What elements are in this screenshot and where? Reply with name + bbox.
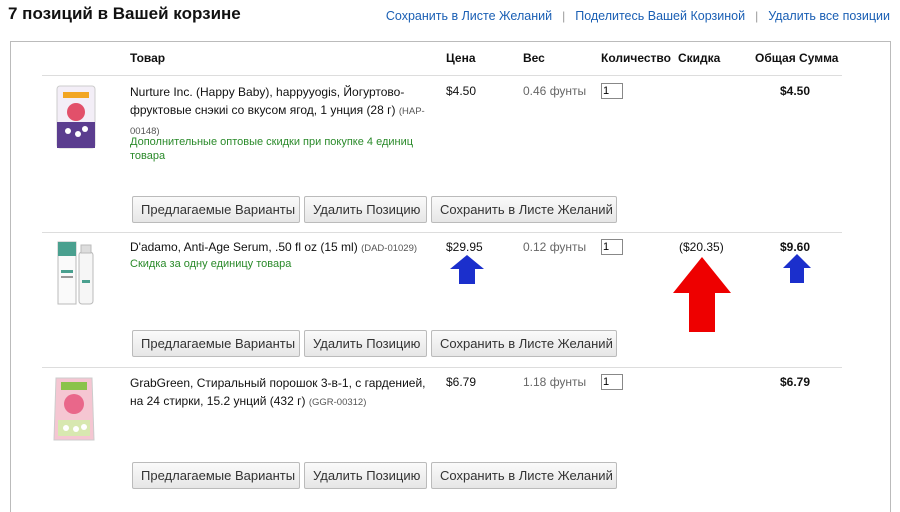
arrow-up-blue-price-icon <box>450 255 484 284</box>
header-divider <box>42 75 842 76</box>
column-header-discount: Скидка <box>678 51 721 65</box>
save-to-wishlist-link[interactable]: Сохранить в Листе Желаний <box>386 9 552 23</box>
unit-discount-note: Скидка за одну единицу товара <box>130 258 292 270</box>
product-name[interactable]: GrabGreen, Стиральный порошок 3-в-1, с г… <box>130 374 430 412</box>
item-discount: ($20.35) <box>679 240 724 254</box>
column-header-weight: Вес <box>523 51 545 65</box>
suggested-variants-button[interactable]: Предлагаемые Варианты <box>132 462 300 489</box>
arrow-up-red-discount-icon <box>673 257 731 332</box>
item-weight: 1.18 фунты <box>523 375 587 389</box>
item-total: $4.50 <box>780 84 811 98</box>
delete-all-link[interactable]: Удалить все позиции <box>768 9 890 23</box>
bulk-discount-note: Дополнительные оптовые скидки при покупк… <box>130 136 414 162</box>
cart-title: 7 позиций в Вашей корзине <box>8 4 241 23</box>
product-image-dadamo-serum[interactable] <box>55 240 97 311</box>
link-separator: | <box>755 9 759 23</box>
product-sku: (HAP- <box>398 106 425 117</box>
item-weight: 0.46 фунты <box>523 84 587 98</box>
save-to-wishlist-button[interactable]: Сохранить в Листе Желаний <box>431 196 617 223</box>
column-header-price: Цена <box>446 51 476 65</box>
item-weight: 0.12 фунты <box>523 240 587 254</box>
column-header-total: Общая Сумма <box>755 51 839 65</box>
column-header-product: Товар <box>130 51 166 65</box>
remove-item-button[interactable]: Удалить Позицию <box>304 462 427 489</box>
product-image-happy-baby[interactable] <box>55 84 97 155</box>
row-divider <box>42 232 842 233</box>
item-total: $9.60 <box>780 240 811 254</box>
row-divider <box>42 367 842 368</box>
arrow-up-blue-total-icon <box>783 254 811 283</box>
save-to-wishlist-button[interactable]: Сохранить в Листе Желаний <box>431 330 617 357</box>
quantity-input[interactable] <box>601 374 623 390</box>
item-total: $6.79 <box>780 375 811 389</box>
product-sku: (DAD-01029) <box>361 243 418 254</box>
top-links: Сохранить в Листе Желаний | Поделитесь В… <box>386 9 890 23</box>
product-name[interactable]: Nurture Inc. (Happy Baby), happyyogis, Й… <box>130 83 430 141</box>
product-sku: (GGR-00312) <box>308 397 367 408</box>
quantity-input[interactable] <box>601 239 623 255</box>
suggested-variants-button[interactable]: Предлагаемые Варианты <box>132 330 300 357</box>
share-cart-link[interactable]: Поделитесь Вашей Корзиной <box>575 9 745 23</box>
remove-item-button[interactable]: Удалить Позицию <box>304 330 427 357</box>
item-price: $6.79 <box>446 375 477 389</box>
remove-item-button[interactable]: Удалить Позицию <box>304 196 427 223</box>
item-price: $29.95 <box>446 240 483 254</box>
column-header-quantity: Количество <box>601 51 671 65</box>
product-image-grabgreen[interactable] <box>52 374 96 447</box>
link-separator: | <box>562 9 566 23</box>
product-name[interactable]: D'adamo, Anti-Age Serum, .50 fl oz (15 m… <box>130 238 430 258</box>
suggested-variants-button[interactable]: Предлагаемые Варианты <box>132 196 300 223</box>
save-to-wishlist-button[interactable]: Сохранить в Листе Желаний <box>431 462 617 489</box>
item-price: $4.50 <box>446 84 477 98</box>
quantity-input[interactable] <box>601 83 623 99</box>
